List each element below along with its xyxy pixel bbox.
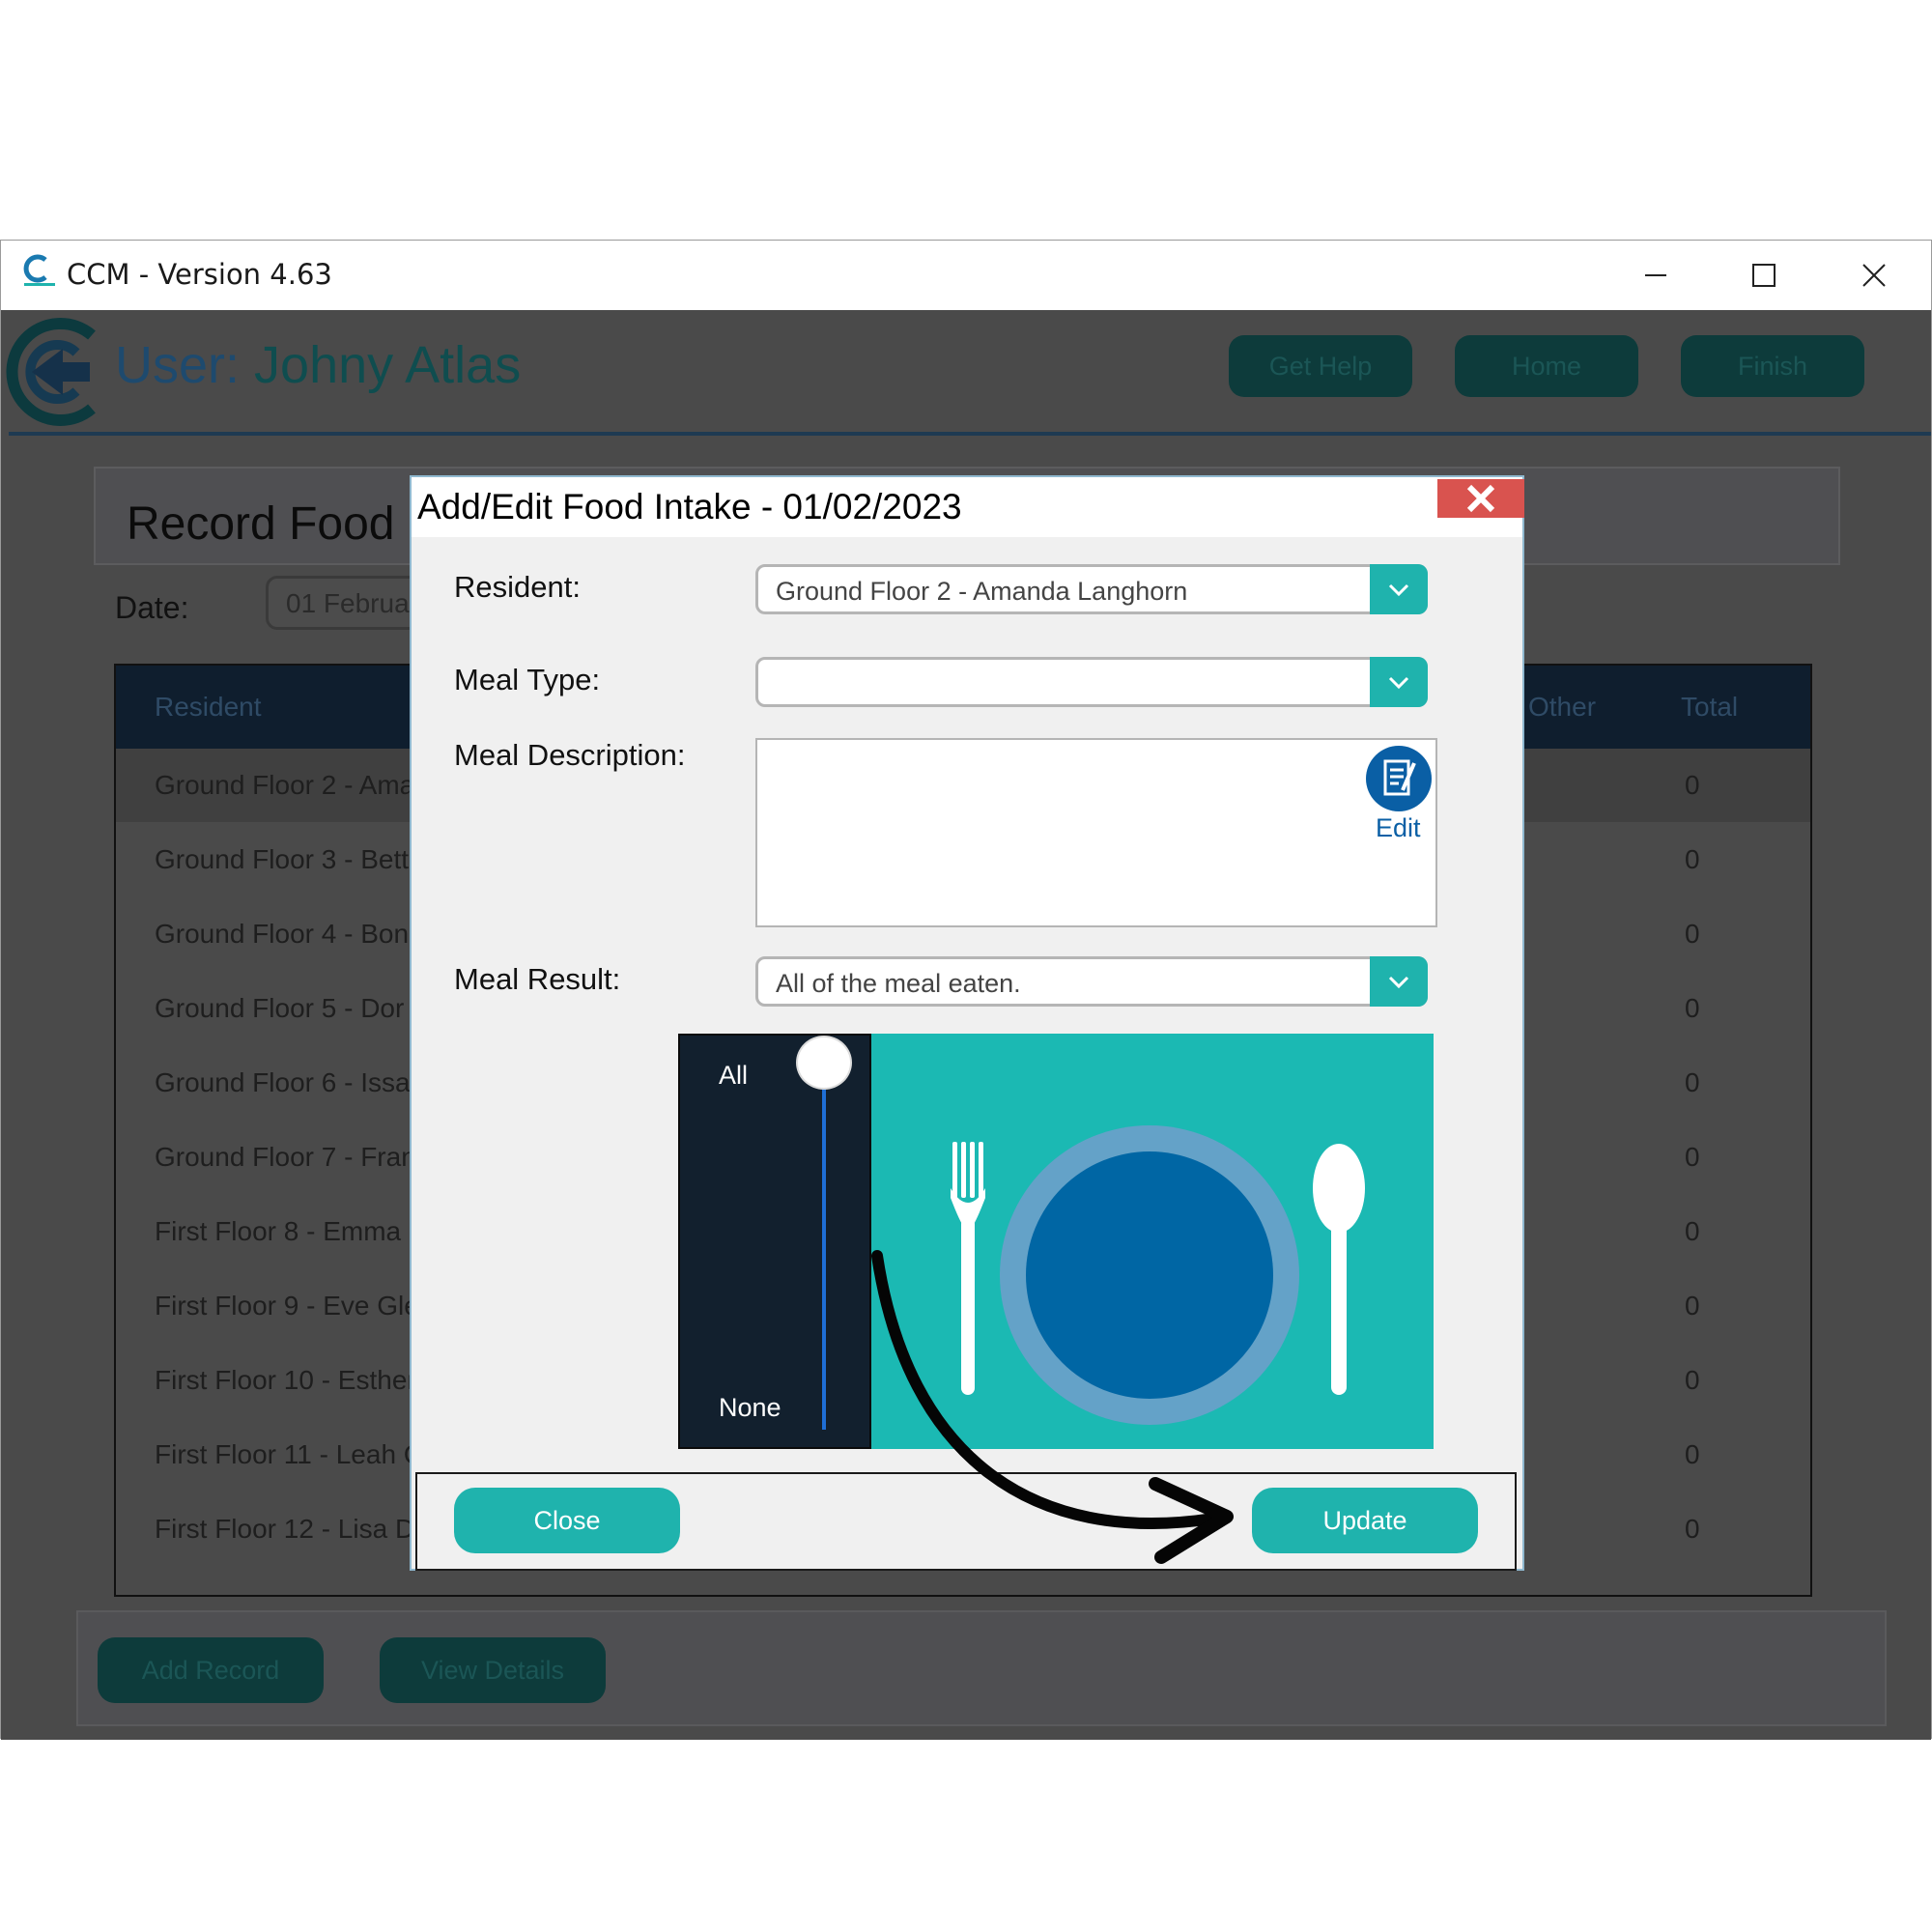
chevron-down-icon [1388,676,1409,690]
dialog-button-bar: Close Update [415,1472,1517,1571]
finish-button[interactable]: Finish [1681,335,1864,397]
meal-amount-slider-panel: All None [678,1034,871,1449]
slider-bottom-label: None [719,1393,781,1422]
user-prefix: User: [115,336,241,394]
header-divider [9,432,1931,436]
column-resident: Resident [155,692,262,722]
minimize-button[interactable] [1612,248,1699,302]
dialog-close-button[interactable] [1437,479,1524,518]
meal-description-box[interactable]: Edit [755,738,1437,927]
resident-select-value: Ground Floor 2 - Amanda Langhorn [776,577,1188,606]
resident-name: First Floor 12 - Lisa D [155,1514,415,1544]
meal-type-label: Meal Type: [454,663,601,696]
total-value: 0 [1685,770,1700,800]
get-help-button[interactable]: Get Help [1229,335,1412,397]
close-icon [1862,264,1886,287]
home-button[interactable]: Home [1455,335,1638,397]
meal-result-label: Meal Result: [454,962,621,996]
dialog-titlebar: Add/Edit Food Intake - 01/02/2023 [412,477,1524,537]
total-value: 0 [1685,1291,1700,1321]
app-logo-icon [23,254,55,286]
resident-name: Ground Floor 2 - Ama [155,770,415,800]
edit-button[interactable] [1366,746,1432,811]
total-value: 0 [1685,1439,1700,1469]
view-details-button[interactable]: View Details [380,1637,606,1703]
resident-name: Ground Floor 5 - Dor [155,993,405,1023]
meal-type-select[interactable] [755,657,1428,707]
resident-name: First Floor 10 - Esther [155,1365,416,1395]
resident-label: Resident: [454,570,581,604]
slider-handle[interactable] [796,1036,852,1090]
add-record-button[interactable]: Add Record [98,1637,324,1703]
resident-name: Ground Floor 6 - Issa [155,1067,411,1097]
meal-description-label: Meal Description: [454,738,686,772]
resident-name: First Floor 9 - Eve Gle [155,1291,419,1321]
edit-icon [1383,759,1416,796]
user-label: User: Johny Atlas [115,335,521,395]
resident-dropdown-button[interactable] [1370,564,1428,614]
resident-name: First Floor 11 - Leah C [155,1439,424,1469]
back-logo-icon[interactable] [3,314,109,430]
dialog-title: Add/Edit Food Intake - 01/02/2023 [417,487,962,526]
resident-name: Ground Floor 3 - Bett [155,844,410,874]
window-titlebar: CCM - Version 4.63 [1,241,1931,310]
window-close-button[interactable] [1831,248,1918,302]
meal-result-select[interactable]: All of the meal eaten. [755,956,1428,1007]
total-value: 0 [1685,1514,1700,1544]
meal-illustration [871,1034,1434,1449]
date-label: Date: [115,590,189,625]
close-button[interactable]: Close [454,1488,680,1553]
user-name: Johny Atlas [254,336,522,394]
slider-track[interactable] [822,1059,826,1430]
update-button[interactable]: Update [1252,1488,1478,1553]
maximize-icon [1752,264,1776,287]
footer-bar: Add Record View Details [76,1610,1887,1726]
resident-name: Ground Floor 4 - Bon [155,919,410,949]
window-title: CCM - Version 4.63 [67,258,332,291]
column-other: Other [1528,692,1597,722]
total-value: 0 [1685,1216,1700,1246]
minimize-icon [1645,274,1666,276]
column-total: Total [1681,692,1739,722]
total-value: 0 [1685,844,1700,874]
resident-select[interactable]: Ground Floor 2 - Amanda Langhorn [755,564,1428,614]
total-value: 0 [1685,993,1700,1023]
page-title: Record Food [127,498,395,550]
total-value: 0 [1685,919,1700,949]
food-intake-dialog: Add/Edit Food Intake - 01/02/2023 Reside… [410,475,1524,1571]
resident-name: Ground Floor 7 - Fran [155,1142,416,1172]
meal-result-select-value: All of the meal eaten. [776,969,1021,998]
meal-type-dropdown-button[interactable] [1370,657,1428,707]
slider-top-label: All [719,1061,749,1090]
total-value: 0 [1685,1365,1700,1395]
meal-result-dropdown-button[interactable] [1370,956,1428,1007]
total-value: 0 [1685,1067,1700,1097]
close-icon [1466,484,1495,513]
resident-name: First Floor 8 - Emma S [155,1216,427,1246]
chevron-down-icon [1388,583,1409,597]
maximize-button[interactable] [1720,248,1807,302]
place-setting-icon [951,1125,1365,1425]
chevron-down-icon [1388,976,1409,989]
edit-label[interactable]: Edit [1376,813,1421,843]
total-value: 0 [1685,1142,1700,1172]
